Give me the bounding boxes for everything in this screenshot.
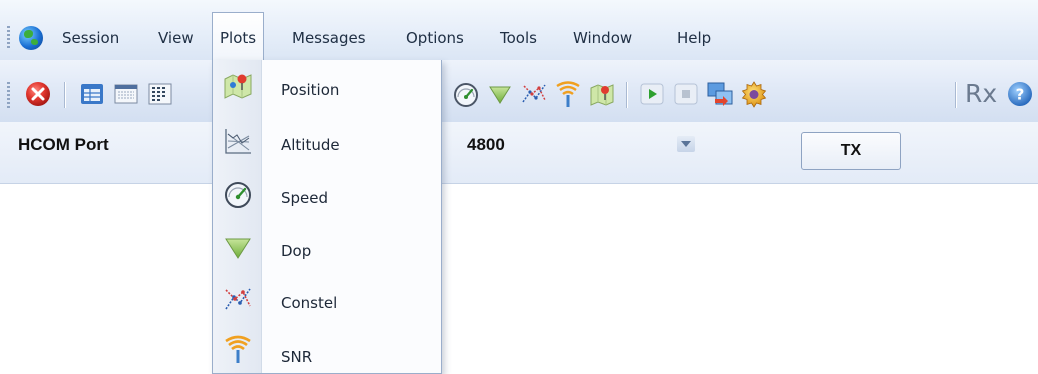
help-icon[interactable]: ? <box>1006 80 1034 108</box>
speed-gauge-icon[interactable] <box>452 80 480 108</box>
grid-view-icon[interactable] <box>112 80 140 108</box>
menu-item-label: Altitude <box>281 136 340 154</box>
menu-item-position[interactable]: Position <box>213 64 442 116</box>
svg-text:?: ? <box>1016 86 1025 104</box>
rx-button[interactable]: Rx <box>965 79 997 109</box>
port-strip: HCOM Port 4800 TX <box>0 122 1038 184</box>
menu-plots[interactable]: Plots <box>212 12 265 61</box>
menu-bar: Session View Plots Messages Options Tool… <box>0 0 1038 61</box>
menu-item-altitude[interactable]: Altitude <box>213 118 442 170</box>
toolbar-separator <box>626 82 627 108</box>
speed-gauge-icon <box>225 182 251 208</box>
toolbar-grip[interactable] <box>7 82 10 108</box>
constellation-icon <box>225 288 251 310</box>
baud-rate-select[interactable]: 4800 <box>445 127 707 161</box>
menu-view[interactable]: View <box>158 26 194 50</box>
globe-icon <box>19 26 43 50</box>
baud-rate-value: 4800 <box>467 135 505 154</box>
port-label: HCOM Port <box>18 135 109 154</box>
table-view-icon[interactable] <box>78 80 106 108</box>
stop-icon[interactable] <box>672 80 700 108</box>
menu-window[interactable]: Window <box>573 26 632 50</box>
plots-dropdown-menu: Position Altitude Speed Dop Constel SNR <box>212 60 442 374</box>
menu-item-label: Constel <box>281 294 338 312</box>
position-map-icon <box>224 74 252 99</box>
altitude-chart-icon <box>225 129 251 154</box>
menu-item-label: Position <box>281 81 340 99</box>
snr-antenna-icon[interactable] <box>554 80 582 108</box>
toolbar-separator <box>955 82 956 108</box>
chevron-down-icon[interactable] <box>677 136 695 152</box>
settings-gear-icon[interactable] <box>740 80 768 108</box>
tx-button[interactable]: TX <box>801 132 901 170</box>
menu-options[interactable]: Options <box>406 26 464 50</box>
constellation-icon[interactable] <box>520 80 548 108</box>
screen-capture-icon[interactable] <box>706 80 734 108</box>
menu-item-label: SNR <box>281 348 313 366</box>
play-icon[interactable] <box>638 80 666 108</box>
position-map-icon[interactable] <box>588 80 616 108</box>
dop-funnel-icon <box>225 238 251 259</box>
menu-tools[interactable]: Tools <box>500 26 537 50</box>
menu-item-snr[interactable]: SNR <box>213 328 442 374</box>
snr-antenna-icon <box>225 335 251 363</box>
toolbar-separator <box>64 82 65 108</box>
menu-item-speed[interactable]: Speed <box>213 171 442 223</box>
menu-item-label: Speed <box>281 189 329 207</box>
menu-messages[interactable]: Messages <box>292 26 366 50</box>
menu-item-dop[interactable]: Dop <box>213 224 442 276</box>
dop-funnel-icon[interactable] <box>486 80 514 108</box>
menu-help[interactable]: Help <box>677 26 711 50</box>
menubar-grip[interactable] <box>7 26 10 48</box>
menu-item-constel[interactable]: Constel <box>213 276 442 328</box>
close-icon[interactable] <box>24 80 52 108</box>
menu-item-label: Dop <box>281 242 312 260</box>
toolbar: Rx ? <box>0 60 1038 122</box>
message-view-icon[interactable] <box>146 80 174 108</box>
menu-session[interactable]: Session <box>62 26 119 50</box>
